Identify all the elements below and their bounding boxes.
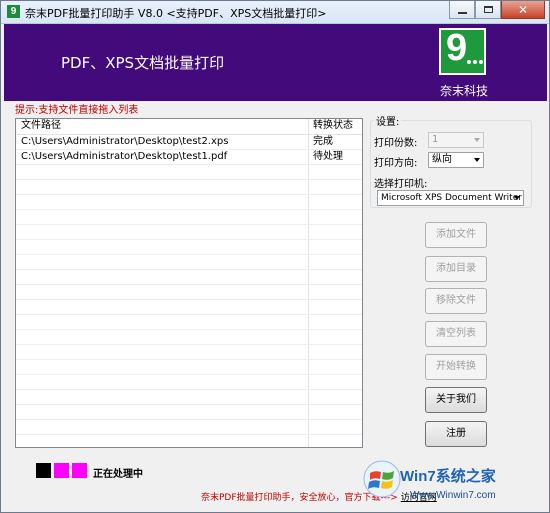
company-logo: 9	[439, 27, 486, 75]
close-icon: ✕	[517, 2, 529, 17]
chevron-down-icon	[474, 138, 480, 142]
empty-row	[16, 375, 362, 390]
clear-list-button[interactable]: 清空列表	[425, 321, 487, 347]
empty-row	[16, 270, 362, 285]
window-title: 奈末PDF批量打印助手 V8.0 <支持PDF、XPS文档批量打印>	[25, 7, 327, 20]
status-color-swatch	[54, 463, 69, 478]
logo-mark: 9	[441, 27, 484, 73]
remove-file-button[interactable]: 移除文件	[425, 288, 487, 314]
empty-row	[16, 345, 362, 360]
logo-dots	[467, 60, 483, 64]
watermark-url: Www.Winwin7.com	[410, 490, 496, 501]
title-bar[interactable]: 9 奈末PDF批量打印助手 V8.0 <支持PDF、XPS文档批量打印> ✕	[1, 1, 549, 24]
column-header-path[interactable]: 文件路径	[16, 119, 309, 134]
drag-hint: 提示:支持文件直接拖入列表	[15, 105, 139, 116]
start-convert-button[interactable]: 开始转换	[425, 354, 487, 380]
register-button[interactable]: 注册	[425, 421, 487, 447]
windows-logo-icon	[363, 460, 401, 498]
app-icon: 9	[7, 5, 20, 18]
empty-row	[16, 360, 362, 375]
brand-name: 奈末科技	[440, 84, 489, 98]
processing-status-text: 正在处理中	[93, 469, 143, 480]
empty-row	[16, 210, 362, 225]
app-window: 9 奈末PDF批量打印助手 V8.0 <支持PDF、XPS文档批量打印> ✕ P…	[0, 0, 550, 513]
copies-label: 打印份数:	[374, 138, 418, 149]
add-directory-button[interactable]: 添加目录	[425, 256, 487, 282]
empty-row	[16, 165, 362, 180]
empty-row	[16, 195, 362, 210]
copies-select[interactable]: 1	[428, 132, 484, 148]
empty-row	[16, 330, 362, 345]
logo-nine-glyph: 9	[446, 27, 468, 69]
empty-row	[16, 390, 362, 405]
printer-label: 选择打印机:	[374, 179, 428, 190]
empty-row	[16, 240, 362, 255]
empty-row	[16, 255, 362, 270]
empty-row	[16, 225, 362, 240]
file-path: C:\Users\Administrator\Desktop\test2.xps	[16, 135, 309, 149]
header-banner: PDF、XPS文档批量打印 9 奈末科技	[4, 24, 547, 101]
file-status: 待处理	[313, 151, 343, 162]
empty-row	[16, 300, 362, 315]
empty-row	[16, 285, 362, 300]
file-list-header: 文件路径 转换状态	[16, 119, 362, 135]
banner-title: PDF、XPS文档批量打印	[61, 54, 225, 72]
column-header-status[interactable]: 转换状态	[309, 119, 362, 134]
maximize-icon	[483, 6, 493, 13]
status-color-swatch	[72, 463, 87, 478]
orientation-label: 打印方向:	[374, 158, 418, 169]
watermark-text: Win7系统之家	[400, 468, 496, 485]
close-button[interactable]: ✕	[501, 1, 545, 19]
watermark: Win7系统之家 Www.Winwin7.com	[362, 459, 542, 511]
orientation-select[interactable]: 纵向	[428, 152, 484, 168]
settings-legend: 设置:	[374, 113, 402, 128]
orientation-value: 纵向	[432, 154, 452, 165]
minimize-button[interactable]	[449, 1, 475, 19]
empty-row	[16, 435, 362, 447]
maximize-button[interactable]	[475, 1, 501, 19]
status-color-legend	[36, 463, 87, 478]
file-list[interactable]: 文件路径 转换状态 C:\Users\Administrator\Desktop…	[15, 118, 363, 448]
about-us-button[interactable]: 关于我们	[425, 387, 487, 413]
file-row[interactable]: C:\Users\Administrator\Desktop\test1.pdf…	[16, 150, 362, 165]
file-path: C:\Users\Administrator\Desktop\test1.pdf	[16, 150, 309, 164]
empty-row	[16, 405, 362, 420]
file-status: 完成	[313, 136, 333, 147]
copies-value: 1	[432, 134, 439, 145]
status-color-swatch	[36, 463, 51, 478]
chevron-down-icon	[514, 196, 520, 200]
empty-row	[16, 420, 362, 435]
minimize-icon	[457, 11, 467, 14]
empty-row	[16, 315, 362, 330]
printer-select[interactable]: Microsoft XPS Document Writer	[377, 190, 524, 206]
printer-value: Microsoft XPS Document Writer	[381, 193, 522, 203]
chevron-down-icon	[474, 158, 480, 162]
empty-row	[16, 180, 362, 195]
window-controls: ✕	[449, 1, 545, 19]
file-row[interactable]: C:\Users\Administrator\Desktop\test2.xps…	[16, 135, 362, 150]
add-file-button[interactable]: 添加文件	[425, 222, 487, 248]
